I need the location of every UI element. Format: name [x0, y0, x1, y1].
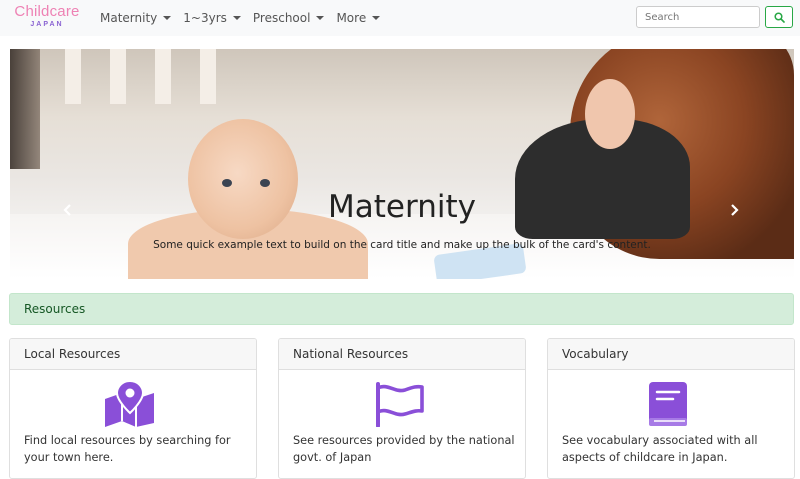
card-header: National Resources — [279, 339, 525, 370]
carousel-caption: Some quick example text to build on the … — [153, 239, 651, 251]
carousel-title: Maternity — [328, 189, 476, 225]
hero-carousel: Maternity Some quick example text to bui… — [10, 49, 794, 279]
nav-item-maternity[interactable]: Maternity — [100, 11, 172, 25]
caret-down-icon — [232, 16, 241, 20]
chevron-right-icon — [731, 204, 739, 216]
navbar: Childcare JAPAN Maternity 1~3yrs Prescho… — [0, 0, 800, 36]
carousel-prev-button[interactable] — [62, 204, 74, 216]
nav-item-1-3yrs[interactable]: 1~3yrs — [183, 11, 241, 25]
card-header: Local Resources — [10, 339, 256, 370]
nav-item-more[interactable]: More — [336, 11, 381, 25]
flag-icon — [376, 382, 424, 427]
map-pin-icon — [105, 381, 154, 427]
nav-menu: Maternity 1~3yrs Preschool More — [100, 0, 392, 36]
search-icon — [773, 11, 785, 23]
nav-item-label: Maternity — [100, 11, 158, 25]
chevron-left-icon — [63, 204, 71, 216]
nav-item-label: 1~3yrs — [183, 11, 227, 25]
nav-item-label: Preschool — [252, 11, 311, 25]
card-national-resources[interactable]: National Resources See resources provide… — [278, 338, 526, 479]
caret-down-icon — [163, 16, 172, 20]
resources-alert: Resources — [9, 293, 794, 325]
caret-down-icon — [316, 16, 325, 20]
card-title: Local Resources — [24, 347, 121, 361]
card-text: Find local resources by searching for yo… — [24, 434, 231, 464]
brand-sub: JAPAN — [30, 21, 64, 28]
nav-item-label: More — [336, 11, 367, 25]
card-header: Vocabulary — [548, 339, 794, 370]
card-title: National Resources — [293, 347, 409, 361]
card-vocabulary[interactable]: Vocabulary See vocabulary associated wit… — [547, 338, 795, 479]
carousel-next-button[interactable] — [728, 204, 740, 216]
card-text: See resources provided by the national g… — [293, 434, 515, 464]
card-text: See vocabulary associated with all aspec… — [562, 434, 758, 464]
alert-text: Resources — [24, 302, 86, 316]
caret-down-icon — [372, 16, 381, 20]
brand-logo[interactable]: Childcare JAPAN — [8, 4, 86, 32]
search-input[interactable] — [636, 6, 760, 28]
search-button[interactable] — [765, 6, 793, 28]
nav-item-preschool[interactable]: Preschool — [253, 11, 325, 25]
book-icon — [649, 382, 687, 426]
card-title: Vocabulary — [562, 347, 629, 361]
brand-name: Childcare — [14, 3, 80, 20]
card-local-resources[interactable]: Local Resources Find local resources by … — [9, 338, 257, 479]
